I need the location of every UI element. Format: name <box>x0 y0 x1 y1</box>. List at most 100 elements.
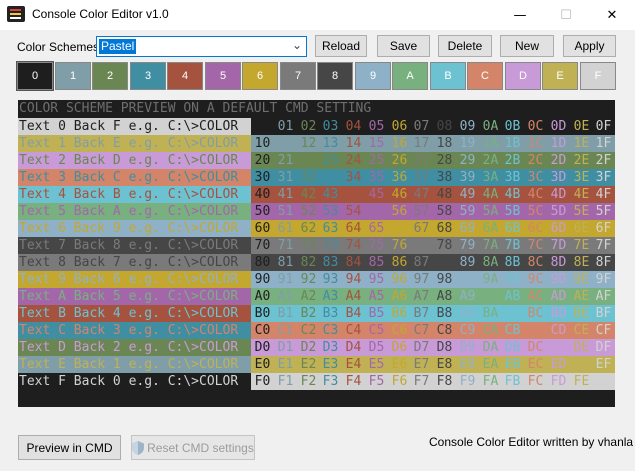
preview-color-cell: 5B <box>501 203 524 220</box>
preview-color-cell: 4C <box>524 186 547 203</box>
preview-color-cell: B6 <box>388 305 411 322</box>
preview-color-cell: 1E <box>570 135 593 152</box>
preview-color-cell: 64 <box>342 220 365 237</box>
palette-swatch[interactable]: 9 <box>355 62 391 90</box>
preview-color-cell: AE <box>570 288 593 305</box>
palette-swatch[interactable]: D <box>505 62 541 90</box>
apply-button[interactable]: Apply <box>563 35 616 57</box>
palette-swatch[interactable]: B <box>430 62 466 90</box>
preview-color-cell: 91 <box>274 271 297 288</box>
preview-color-cell: 5C <box>524 203 547 220</box>
preview-color-cell: D7 <box>410 339 433 356</box>
preview-color-cell: F2 <box>297 373 320 390</box>
preview-color-cell: DB <box>501 339 524 356</box>
color-scheme-select[interactable]: Pastel ⌄ <box>96 36 307 57</box>
preview-row: Text 2 Back D e.g. C:\>COLOR 20 21 22 23 24 25… <box>18 152 615 169</box>
preview-color-cell: 12 <box>297 135 320 152</box>
preview-color-cell: F4 <box>342 373 365 390</box>
palette-swatch[interactable]: F <box>580 62 616 90</box>
preview-row-label: Text 5 Back A e.g. C:\>COLOR <box>18 203 251 220</box>
reset-cmd-settings-button[interactable]: Reset CMD settings <box>131 435 255 460</box>
preview-color-cell: 3B <box>501 169 524 186</box>
palette-swatch-label: 5 <box>219 70 227 82</box>
preview-color-cell: 6D <box>547 220 570 237</box>
preview-color-cell: CB <box>501 322 524 339</box>
preview-color-cell: D8 <box>433 339 456 356</box>
palette-swatch[interactable]: 1 <box>55 62 91 90</box>
palette-swatch[interactable]: 4 <box>167 62 203 90</box>
save-button[interactable]: Save <box>377 35 430 57</box>
preview-color-cell: 2F <box>592 152 615 169</box>
palette-swatch[interactable]: A <box>392 62 428 90</box>
palette-swatch-label: B <box>444 70 452 82</box>
preview-color-cell: AB <box>501 288 524 305</box>
preview-color-cell: 2E <box>570 152 593 169</box>
preview-row-label: Text B Back 4 e.g. C:\>COLOR <box>18 305 251 322</box>
preview-row: Text B Back 4 e.g. C:\>COLOR B0 B1 B2 B3 B4 B5… <box>18 305 615 322</box>
preview-color-cell: 6B <box>501 220 524 237</box>
palette-swatch[interactable]: 8 <box>317 62 353 90</box>
preview-color-cell: 04 <box>342 118 365 135</box>
preview-color-cell: 10 <box>251 135 274 152</box>
preview-color-cell: EB <box>501 356 524 373</box>
preview-color-cell: 28 <box>433 152 456 169</box>
palette-swatch[interactable]: 3 <box>130 62 166 90</box>
close-icon[interactable]: ✕ <box>589 0 635 30</box>
palette-swatch[interactable]: 6 <box>242 62 278 90</box>
preview-color-cell: 7D <box>547 237 570 254</box>
preview-color-cell: 4E <box>570 186 593 203</box>
preview-color-cell: 44 <box>342 186 365 203</box>
preview-color-cell: E3 <box>319 356 342 373</box>
preview-row-label: Text A Back 5 e.g. C:\>COLOR <box>18 288 251 305</box>
preview-row: Text D Back 2 e.g. C:\>COLOR D0 D1 D2 D3 D4 D5… <box>18 339 615 356</box>
preview-color-cell: D0 <box>251 339 274 356</box>
palette-swatch-label: C <box>481 70 489 82</box>
preview-color-cell: F8 <box>433 373 456 390</box>
chevron-down-icon[interactable]: ⌄ <box>292 38 302 52</box>
preview-row-label: Text 0 Back F e.g. C:\>COLOR <box>18 118 251 135</box>
preview-color-cell: 41 <box>274 186 297 203</box>
new-button[interactable]: New <box>500 35 554 57</box>
palette-swatch[interactable]: 5 <box>205 62 241 90</box>
preview-row: Text 9 Back 6 e.g. C:\>COLOR 90 91 92 93 94 95… <box>18 271 615 288</box>
preview-color-cell: 9E <box>570 271 593 288</box>
palette-swatch[interactable]: 2 <box>92 62 128 90</box>
palette-swatch-label: 0 <box>31 70 39 82</box>
reload-button[interactable]: Reload <box>315 35 367 57</box>
preview-color-cell: F3 <box>319 373 342 390</box>
preview-color-cell: 81 <box>274 254 297 271</box>
delete-button[interactable]: Delete <box>438 35 492 57</box>
preview-color-cell: 96 <box>388 271 411 288</box>
preview-row: Text 3 Back C e.g. C:\>COLOR 30 31 32 33 34 35… <box>18 169 615 186</box>
preview-color-cell: A2 <box>297 288 320 305</box>
preview-color-cell: 01 <box>274 118 297 135</box>
preview-color-cell: 6E <box>570 220 593 237</box>
palette-swatch[interactable]: 7 <box>280 62 316 90</box>
preview-color-cell: 4B <box>501 186 524 203</box>
preview-color-cell: BE <box>570 305 593 322</box>
preview-color-cell: 21 <box>274 152 297 169</box>
palette-swatch[interactable]: E <box>542 62 578 90</box>
preview-color-cell: F0 <box>251 373 274 390</box>
preview-color-cell: 00 <box>251 118 274 135</box>
palette-swatch[interactable]: C <box>467 62 503 90</box>
preview-color-cell: BB <box>501 305 524 322</box>
window-title: Console Color Editor v1.0 <box>32 7 169 21</box>
title-bar: Console Color Editor v1.0 — ☐ ✕ <box>0 0 635 30</box>
preview-color-cell: 13 <box>319 135 342 152</box>
preview-color-cell: 83 <box>319 254 342 271</box>
preview-color-cell: F1 <box>274 373 297 390</box>
preview-color-cell: FC <box>524 373 547 390</box>
preview-color-cell: 14 <box>342 135 365 152</box>
preview-color-cell: 43 <box>319 186 342 203</box>
preview-color-cell: 19 <box>456 135 479 152</box>
preview-color-cell: BC <box>524 305 547 322</box>
minimize-icon[interactable]: — <box>497 0 543 30</box>
preview-color-cell: 8C <box>524 254 547 271</box>
preview-color-cell: E4 <box>342 356 365 373</box>
palette-swatch[interactable]: 0 <box>16 61 54 91</box>
preview-color-cell: 7F <box>592 237 615 254</box>
preview-in-cmd-button[interactable]: Preview in CMD <box>18 435 121 460</box>
maximize-icon[interactable]: ☐ <box>543 0 589 30</box>
preview-color-cell: C8 <box>433 322 456 339</box>
